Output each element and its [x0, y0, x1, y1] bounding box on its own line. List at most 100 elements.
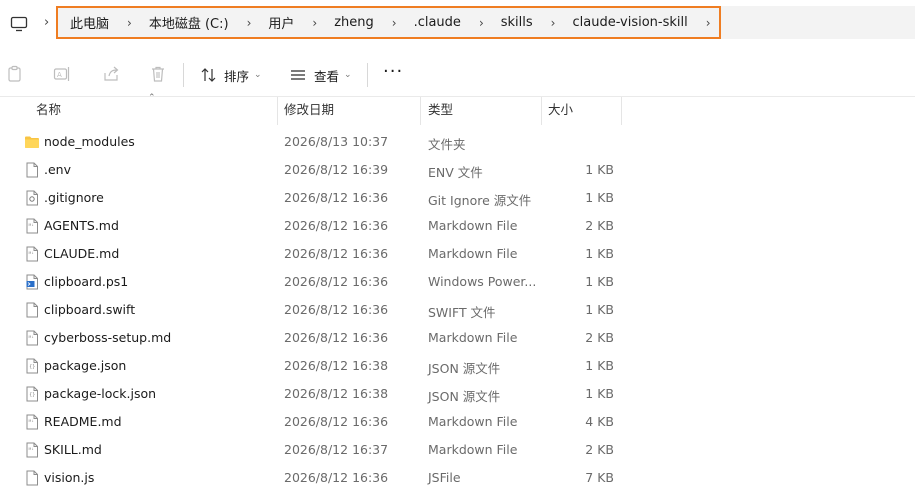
markdown-file-icon: M↓ [24, 442, 40, 458]
file-name: .gitignore [44, 190, 104, 205]
chevron-down-icon: ⌄ [344, 70, 352, 80]
file-row[interactable]: .gitignore 2026/8/12 16:36 Git Ignore 源文件 1… [0, 184, 915, 212]
file-type: JSON 源文件 [428, 361, 501, 376]
file-type: JSON 源文件 [428, 389, 501, 404]
file-row[interactable]: M↓ cyberboss-setup.md 2026/8/12 16:36 Markd… [0, 324, 915, 352]
json-file-icon: {} [24, 358, 40, 374]
powershell-file-icon [24, 274, 40, 290]
file-modified-date: 2026/8/12 16:36 [284, 274, 389, 289]
chevron-right-icon[interactable]: › [127, 16, 132, 30]
file-modified-date: 2026/8/12 16:38 [284, 358, 389, 373]
file-list: node_modules 2026/8/13 10:37 文件夹 .env 2026/8… [0, 128, 915, 492]
view-icon [289, 67, 307, 83]
file-name: SKILL.md [44, 442, 102, 457]
file-size: 4 KB [585, 414, 614, 429]
markdown-file-icon: M↓ [24, 414, 40, 430]
svg-text:{}: {} [29, 364, 35, 370]
file-row[interactable]: M↓ AGENTS.md 2026/8/12 16:36 Markdown File 2… [0, 212, 915, 240]
column-header-date[interactable]: 修改日期 [284, 97, 334, 125]
svg-text:M↓: M↓ [29, 223, 35, 227]
file-size: 1 KB [585, 358, 614, 373]
file-row[interactable]: M↓ CLAUDE.md 2026/8/12 16:36 Markdown File 1… [0, 240, 915, 268]
file-modified-date: 2026/8/12 16:36 [284, 330, 389, 345]
file-size: 2 KB [585, 442, 614, 457]
chevron-right-icon[interactable]: › [247, 16, 252, 30]
settings-file-icon [24, 190, 40, 206]
more-options-button[interactable]: ··· [383, 63, 403, 81]
file-modified-date: 2026/8/12 16:39 [284, 162, 389, 177]
toolbar-divider [183, 63, 184, 87]
file-name: vision.js [44, 470, 95, 485]
chevron-right-icon[interactable]: › [44, 15, 49, 30]
file-type: Windows Power... [428, 274, 537, 289]
breadcrumb-item[interactable]: skills [501, 15, 533, 30]
share-icon[interactable] [102, 65, 120, 83]
file-size: 1 KB [585, 274, 614, 289]
sort-button[interactable]: 排序 ⌄ [200, 65, 262, 85]
file-type: Markdown File [428, 246, 518, 261]
paste-icon[interactable] [6, 65, 24, 83]
sort-icon [200, 67, 218, 83]
file-modified-date: 2026/8/12 16:36 [284, 302, 389, 317]
file-size: 1 KB [585, 190, 614, 205]
file-name: clipboard.ps1 [44, 274, 129, 289]
file-name: README.md [44, 414, 122, 429]
breadcrumb-item[interactable]: claude-vision-skill [572, 15, 687, 30]
chevron-down-icon: ⌄ [254, 70, 262, 80]
view-label: 查看 [314, 68, 340, 84]
chevron-right-icon[interactable]: › [392, 16, 397, 30]
chevron-right-icon[interactable]: › [312, 16, 317, 30]
markdown-file-icon: M↓ [24, 246, 40, 262]
column-resize-handle[interactable] [420, 97, 421, 125]
breadcrumb-item[interactable]: zheng [334, 15, 374, 30]
file-row[interactable]: vision.js 2026/8/12 16:36 JSFile 7 KB [0, 464, 915, 492]
chevron-right-icon[interactable]: › [706, 16, 711, 30]
delete-icon[interactable] [149, 65, 167, 83]
file-type: Markdown File [428, 330, 518, 345]
column-resize-handle[interactable] [277, 97, 278, 125]
file-type: JSFile [428, 470, 461, 485]
breadcrumb-item[interactable]: 本地磁盘 (C:) [149, 13, 229, 32]
file-size: 1 KB [585, 246, 614, 261]
column-header-type[interactable]: 类型 [428, 97, 453, 125]
view-button[interactable]: 查看 ⌄ [289, 65, 352, 85]
chevron-right-icon[interactable]: › [551, 16, 556, 30]
breadcrumb-item[interactable]: 此电脑 [70, 13, 109, 32]
rename-icon[interactable]: A [53, 65, 71, 83]
file-icon [24, 302, 40, 318]
file-row[interactable]: M↓ SKILL.md 2026/8/12 16:37 Markdown File 2 … [0, 436, 915, 464]
column-header-name[interactable]: 名称 [36, 97, 61, 125]
chevron-right-icon[interactable]: › [479, 16, 484, 30]
file-name: package-lock.json [44, 386, 157, 401]
column-header-size[interactable]: 大小 [548, 97, 573, 125]
file-name: .env [44, 162, 71, 177]
svg-text:A: A [57, 71, 62, 79]
breadcrumb[interactable]: 此电脑 › 本地磁盘 (C:) › 用户 › zheng › .claude › skills › cl… [56, 6, 721, 39]
address-bar-empty-area[interactable] [721, 6, 915, 39]
file-type: Markdown File [428, 218, 518, 233]
file-name: clipboard.swift [44, 302, 136, 317]
breadcrumb-item[interactable]: 用户 [268, 13, 294, 32]
file-modified-date: 2026/8/12 16:38 [284, 386, 389, 401]
column-resize-handle[interactable] [541, 97, 542, 125]
this-pc-icon[interactable] [10, 16, 28, 32]
file-row[interactable]: clipboard.ps1 2026/8/12 16:36 Windows Powe… [0, 268, 915, 296]
svg-text:M↓: M↓ [29, 419, 35, 423]
svg-text:M↓: M↓ [29, 447, 35, 451]
file-size: 1 KB [585, 386, 614, 401]
breadcrumb-item[interactable]: .claude [414, 15, 461, 30]
file-row[interactable]: node_modules 2026/8/13 10:37 文件夹 [0, 128, 915, 156]
file-icon [24, 470, 40, 486]
column-resize-handle[interactable] [621, 97, 622, 125]
file-row[interactable]: .env 2026/8/12 16:39 ENV 文件 1 KB [0, 156, 915, 184]
file-row[interactable]: M↓ README.md 2026/8/12 16:36 Markdown File 4… [0, 408, 915, 436]
file-row[interactable]: {} package.json 2026/8/12 16:38 JSON 源文件 1 K… [0, 352, 915, 380]
file-type: Git Ignore 源文件 [428, 193, 532, 208]
svg-text:{}: {} [29, 392, 35, 398]
file-name: package.json [44, 358, 127, 373]
markdown-file-icon: M↓ [24, 218, 40, 234]
file-name: cyberboss-setup.md [44, 330, 172, 345]
svg-text:M↓: M↓ [29, 251, 35, 255]
file-row[interactable]: {} package-lock.json 2026/8/12 16:38 JSON 源… [0, 380, 915, 408]
file-row[interactable]: clipboard.swift 2026/8/12 16:36 SWIFT 文件 1 … [0, 296, 915, 324]
